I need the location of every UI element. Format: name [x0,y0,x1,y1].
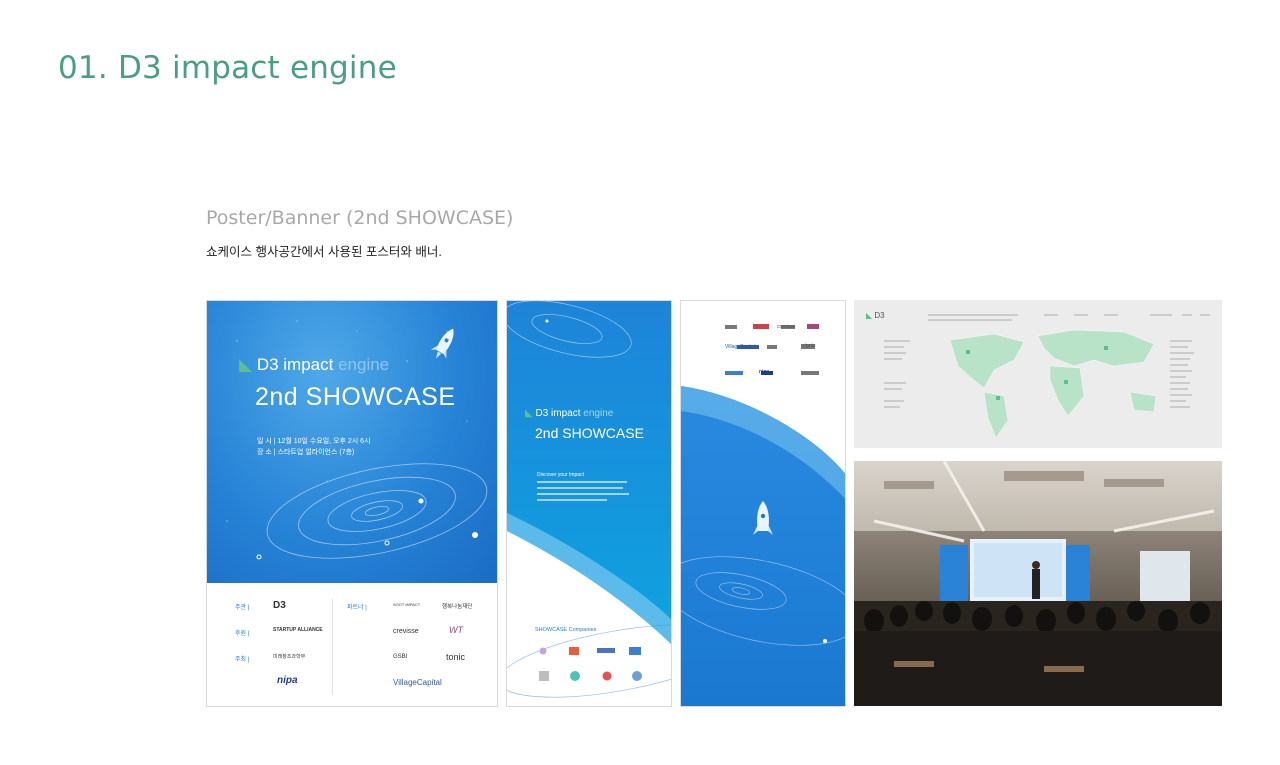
logo-crevisse: crevisse [393,628,419,635]
poster-place-line: 장 소 | 스타트업 얼라이언스 (7층) [257,449,355,456]
poster-label-support: 후원 | [235,631,250,637]
d3-logo-icon: ◣ [525,408,533,419]
banner-b-logo-village: VillageCapital [725,344,756,350]
showcase-poster: ◣ D3 impact engine 2nd SHOWCASE 일 시 | 12… [206,300,498,707]
banner-a-discover: Discover your Impact [537,472,584,478]
banner-a-brand: ◣ D3 impact engine [525,408,613,419]
poster-label-host: 주관 | [235,605,250,611]
logo-soot-impact: SOOT IMPACT [393,602,421,607]
section-subtitle: Poster/Banner (2nd SHOWCASE) [206,207,514,229]
d3-logo-icon: ◣ [239,355,253,374]
poster-date-line: 일 시 | 12월 10일 수요일, 오후 2시 6시 [257,438,371,445]
map-panel-brand: ◣ D3 [866,311,885,320]
logo-village-capital: VillageCapital [393,678,442,687]
logo-startup-alliance: STARTUP ALLIANCE [273,627,323,633]
d3-logo-icon: ◣ [866,311,873,320]
banner-a-companies-label: SHOWCASE Companies [535,627,597,633]
logo-nipa: nipa [277,675,298,686]
poster-logo-divider [332,599,333,695]
poster-brand: ◣ D3 impact engine [239,355,389,375]
poster-brand-light: engine [338,355,390,374]
banner-b-logo-crevisse: crevisse [777,324,796,330]
logo-wt: WT [449,625,463,635]
showcase-banner-a: ◣ D3 impact engine 2nd SHOWCASE Discover… [506,300,672,707]
poster-label-sponsor: 주최 | [235,657,250,663]
poster-showcase-title: 2nd SHOWCASE [255,383,456,411]
map-panel-brand-text: D3 [874,311,885,320]
banner-b-logo-tonic: tonic [805,343,816,349]
logo-msip: 미래창조과학부 [273,654,306,660]
venue-photo-graphic [854,461,1222,706]
poster-sky-background: ◣ D3 impact engine 2nd SHOWCASE 일 시 | 12… [207,301,497,583]
page-title: 01. D3 impact engine [58,50,397,86]
logo-happy-foundation: 행복나눔재단 [442,604,473,610]
banner-a-graphic [507,301,671,698]
banner-b-graphic [681,324,845,706]
banner-a-brand-main: D3 impact [535,408,581,419]
logo-gsbi: GSBI [393,654,408,660]
banner-b-logo-nipa: nipa [759,369,770,375]
banner-a-showcase-title: 2nd SHOWCASE [535,425,644,441]
section-description: 쇼케이스 행사공간에서 사용된 포스터와 배너. [206,245,442,259]
showcase-banner-b: crevisse tonic VillageCapital nipa [680,300,846,707]
event-venue-photo [854,461,1222,706]
banner-a-brand-light: engine [583,408,614,419]
poster-label-partner: 파트너 | [347,605,367,611]
partners-map-banner: ◣ D3 [854,300,1222,448]
logo-d3: D3 [273,600,286,611]
poster-event-info: 일 시 | 12월 10일 수요일, 오후 2시 6시 장 소 | 스타트업 얼… [257,436,371,458]
world-map-graphic [854,300,1222,448]
logo-tonic: tonic [446,652,466,662]
poster-brand-main: D3 impact [256,355,334,374]
